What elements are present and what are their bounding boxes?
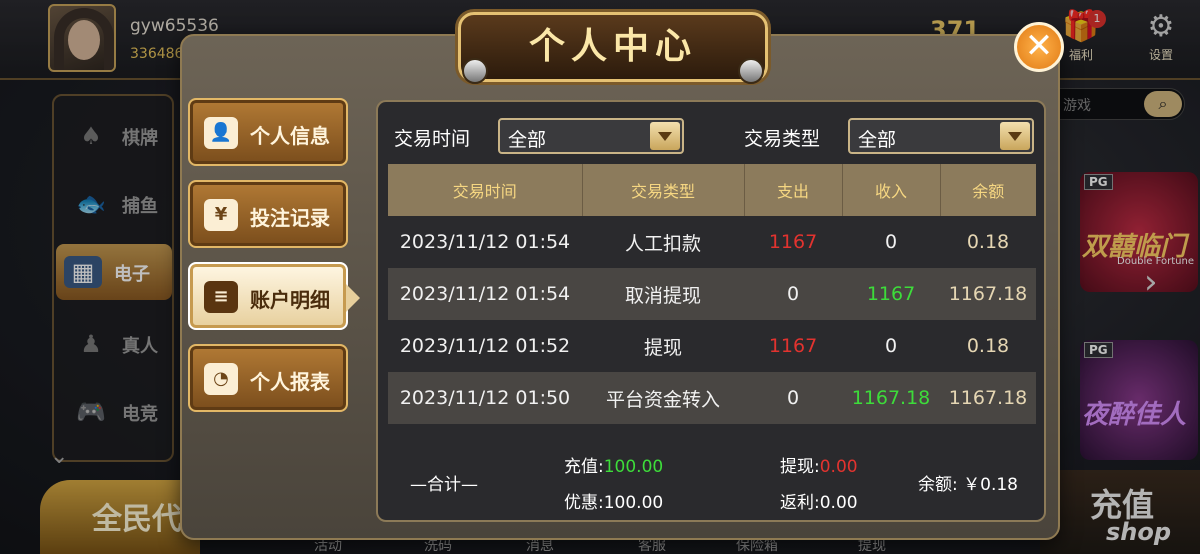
- summary-rebate: 返利:0.00: [780, 488, 858, 513]
- cell-time: 2023/11/12 01:54: [388, 268, 582, 320]
- cell-in: 1167: [842, 268, 940, 320]
- filter-time-select[interactable]: 全部: [498, 118, 684, 154]
- cell-out: 0: [744, 268, 842, 320]
- tab-label: 个人信息: [250, 124, 330, 148]
- cell-in: 1167.18: [842, 372, 940, 424]
- summary-total-label: —合计—: [410, 475, 478, 495]
- cell-out: 1167: [744, 216, 842, 268]
- filter-type-label: 交易类型: [744, 128, 821, 150]
- cell-out: 1167: [744, 320, 842, 372]
- select-value: 全部: [508, 129, 547, 151]
- modal-title: 个人中心: [528, 26, 697, 67]
- cell-type: 人工扣款: [582, 216, 744, 268]
- bill-icon: ¥: [204, 199, 238, 231]
- bolt-decoration: [462, 58, 488, 84]
- tab-personal-report[interactable]: ◔ 个人报表: [188, 344, 348, 412]
- cell-in: 0: [842, 216, 940, 268]
- discount-label: 优惠:: [564, 493, 604, 513]
- select-value: 全部: [858, 129, 897, 151]
- cell-time: 2023/11/12 01:54: [388, 216, 582, 268]
- withdraw-value: 0.00: [819, 457, 858, 477]
- summary-recharge: 充值:100.00: [564, 452, 663, 477]
- tab-label: 账户明细: [250, 288, 330, 312]
- cell-type: 平台资金转入: [582, 372, 744, 424]
- cell-balance: 0.18: [940, 216, 1036, 268]
- summary-discount: 优惠:100.00: [564, 488, 663, 513]
- table-row: 2023/11/12 01:54 人工扣款 1167 0 0.18: [388, 216, 1036, 268]
- pie-chart-icon: ◔: [204, 363, 238, 395]
- column-header: 余额: [940, 164, 1036, 216]
- cell-type: 提现: [582, 320, 744, 372]
- discount-value: 100.00: [603, 493, 664, 513]
- close-icon: ✕: [1024, 26, 1054, 66]
- column-header: 收入: [842, 164, 941, 216]
- modal-title-plate: 个人中心: [458, 12, 768, 82]
- tab-bet-records[interactable]: ¥ 投注记录: [188, 180, 348, 248]
- close-button[interactable]: ✕: [1014, 22, 1064, 72]
- table-row: 2023/11/12 01:52 提现 1167 0 0.18: [388, 320, 1036, 372]
- balance-label: 余额:: [918, 475, 958, 495]
- tab-label: 投注记录: [250, 206, 330, 230]
- table-header-row: 交易时间 交易类型 支出 收入 余额: [388, 164, 1036, 216]
- cell-out: 0: [744, 372, 842, 424]
- table-row: 2023/11/12 01:50 平台资金转入 0 1167.18 1167.1…: [388, 372, 1036, 424]
- bolt-decoration: [738, 58, 764, 84]
- recharge-value: 100.00: [603, 457, 664, 477]
- rebate-label: 返利:: [780, 493, 820, 513]
- user-icon: 👤: [204, 117, 238, 149]
- cell-balance: 1167.18: [940, 268, 1036, 320]
- filter-time-label: 交易时间: [394, 128, 471, 150]
- chevron-down-icon: [1000, 122, 1030, 150]
- cell-balance: 1167.18: [940, 372, 1036, 424]
- tab-label: 个人报表: [250, 370, 330, 394]
- cell-type: 取消提现: [582, 268, 744, 320]
- cell-time: 2023/11/12 01:52: [388, 320, 582, 372]
- active-tab-pointer: [346, 284, 360, 312]
- column-header: 交易时间: [388, 164, 583, 216]
- summary-balance: 余额: ￥0.18: [918, 470, 1018, 495]
- withdraw-label: 提现:: [780, 457, 820, 477]
- tab-account-details[interactable]: ≡ 账户明细: [188, 262, 360, 330]
- tab-personal-info[interactable]: 👤 个人信息: [188, 98, 348, 166]
- table-row: 2023/11/12 01:54 取消提现 0 1167 1167.18: [388, 268, 1036, 320]
- filter-type-select[interactable]: 全部: [848, 118, 1034, 154]
- rebate-value: 0.00: [819, 493, 858, 513]
- column-header: 交易类型: [582, 164, 745, 216]
- transactions-table: 交易时间 交易类型 支出 收入 余额 2023/11/12 01:54 人工扣款…: [388, 164, 1036, 424]
- cell-time: 2023/11/12 01:50: [388, 372, 582, 424]
- cell-balance: 0.18: [940, 320, 1036, 372]
- summary-withdraw: 提现:0.00: [780, 452, 858, 477]
- column-header: 支出: [744, 164, 843, 216]
- cell-in: 0: [842, 320, 940, 372]
- recharge-label: 充值:: [564, 457, 604, 477]
- chevron-down-icon: [650, 122, 680, 150]
- document-icon: ≡: [204, 281, 238, 313]
- balance-value: ￥0.18: [963, 475, 1018, 495]
